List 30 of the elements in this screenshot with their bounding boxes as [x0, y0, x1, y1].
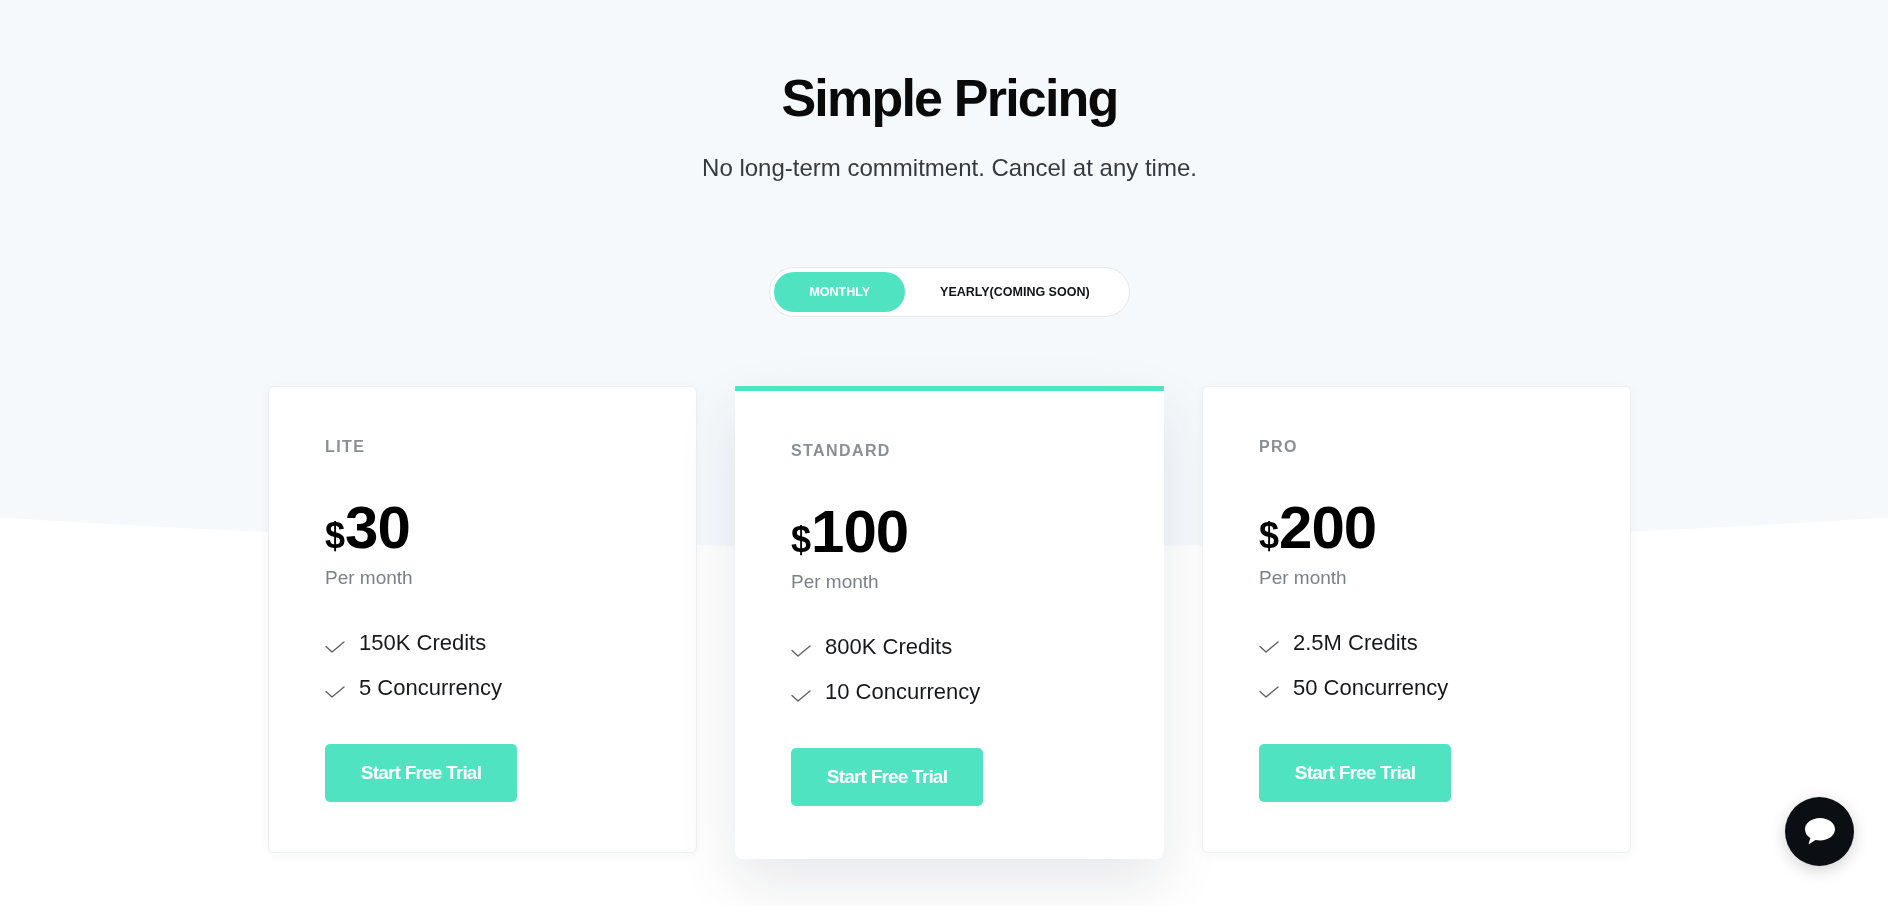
check-icon — [791, 690, 811, 702]
plan-name: STANDARD — [791, 441, 892, 461]
billing-period-text: Per month — [1259, 566, 1348, 590]
billing-period-tab[interactable]: YEARLY(COMING SOON) — [905, 272, 1125, 312]
start-trial-button[interactable]: Start Free Trial — [791, 748, 983, 806]
speech-bubble-icon — [1804, 818, 1835, 845]
feature-text: 50 Concurrency — [1293, 674, 1449, 702]
check-icon — [1259, 686, 1279, 698]
plan-name: LITE — [325, 437, 367, 457]
check-icon — [325, 641, 345, 653]
plan-price: $200 — [1259, 498, 1378, 558]
page-subtitle: No long-term commitment. Cancel at any time. — [702, 153, 1197, 183]
plan-price: $100 — [791, 502, 910, 562]
page-title: Simple Pricing — [781, 68, 1118, 129]
feature-text: 5 Concurrency — [359, 674, 503, 702]
check-icon — [325, 686, 345, 698]
start-trial-button[interactable]: Start Free Trial — [1259, 744, 1451, 802]
feature-text: 800K Credits — [825, 633, 953, 661]
feature-text: 10 Concurrency — [825, 678, 981, 706]
billing-period-text: Per month — [325, 566, 414, 590]
feature-text: 2.5M Credits — [1293, 629, 1418, 657]
plan-name: PRO — [1259, 437, 1299, 457]
chat-button[interactable] — [1785, 797, 1854, 866]
plan-price: $30 — [325, 498, 411, 558]
billing-period-tab[interactable]: MONTHLY — [774, 272, 906, 312]
feature-text: 150K Credits — [359, 629, 487, 657]
start-trial-button[interactable]: Start Free Trial — [325, 744, 517, 802]
check-icon — [791, 645, 811, 657]
check-icon — [1259, 641, 1279, 653]
billing-period-text: Per month — [791, 570, 880, 594]
